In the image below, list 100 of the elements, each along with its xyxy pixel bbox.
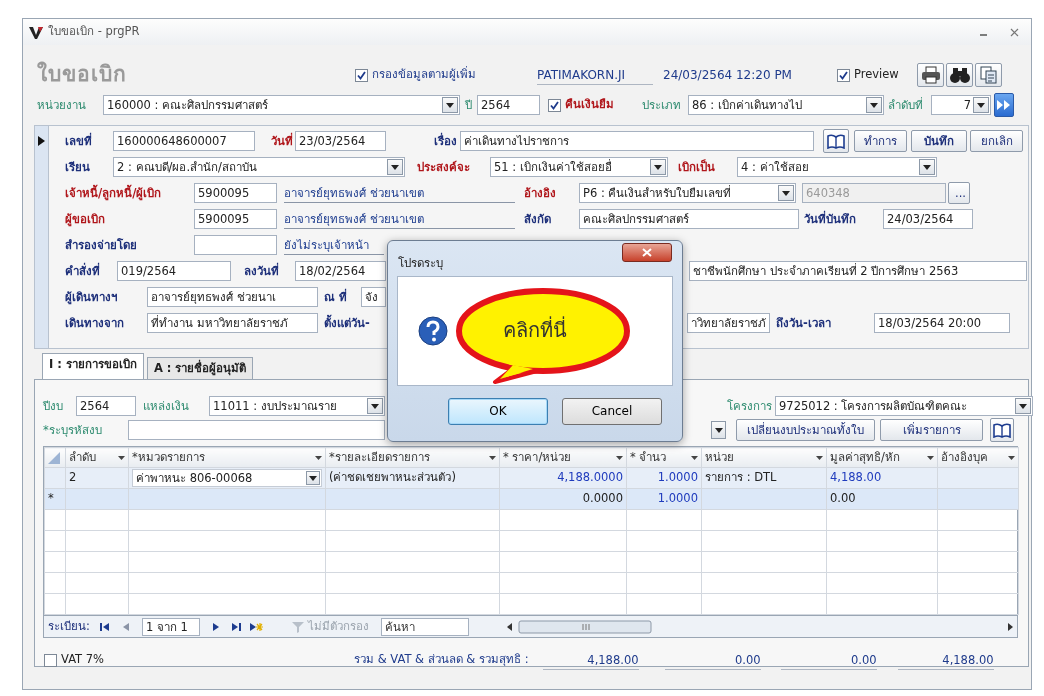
input-field[interactable]: 18/03/2564 20:00 [874, 313, 1010, 333]
dropdown-button[interactable] [367, 398, 383, 414]
dropdown-field[interactable]: 2 : คณบดี/ผอ.สำนัก/สถาบัน [113, 157, 405, 177]
field-label: เดินทางจาก [65, 315, 125, 332]
input-field[interactable]: 24/03/2564 [883, 209, 973, 229]
new-row-marker: * [48, 491, 54, 506]
record-position-field[interactable]: 1 จาก 1 [141, 617, 200, 636]
book-icon [993, 422, 1011, 438]
tab[interactable]: A : รายชื่อผู้อนุมัติ [146, 357, 254, 379]
form-button[interactable]: ยกเลิก [970, 130, 1023, 152]
caret-icon [714, 427, 723, 433]
input-field[interactable]: คณะศิลปกรรมศาสตร์ [579, 209, 799, 229]
caret-icon [391, 164, 399, 170]
dialog-button[interactable]: Cancel [562, 397, 662, 425]
dropdown-button[interactable] [919, 159, 935, 175]
checkbox[interactable] [837, 68, 850, 82]
caret-icon [691, 455, 698, 460]
input-field[interactable] [194, 235, 277, 255]
new-record-icon[interactable] [248, 621, 263, 632]
field-label: แหล่งเงิน [143, 398, 190, 415]
table-cell: 4,188.00 [830, 470, 882, 485]
field-label: ผู้ขอเบิก [65, 211, 106, 229]
caret-icon [927, 455, 934, 460]
field-label: ถึงวัน-เวลา [776, 315, 832, 332]
input-field[interactable]: ค่าเดินทางไปราชการ [460, 131, 814, 151]
field-label: สังกัด [524, 211, 552, 228]
input-field: 640348 [802, 183, 946, 203]
dropdown-field[interactable]: ค่าพาหนะ 806-00068 [132, 469, 322, 487]
dropdown-field[interactable]: 4 : ค่าใช้สอย [737, 157, 937, 177]
next-button[interactable] [994, 93, 1014, 117]
input-field[interactable] [128, 420, 385, 440]
input-field[interactable]: ที่ทำงาน มหาวิทยาลัยราชภั [147, 313, 318, 333]
dropdown-button[interactable] [650, 159, 666, 175]
field-label: หน่วยงาน [37, 97, 87, 114]
book-button[interactable] [990, 418, 1014, 442]
input-field[interactable]: ชาชีพนักศึกษา ประจำภาคเรียนที่ 2 ปีการศึกษา 2563 [689, 261, 1027, 281]
field-label: ประเภท [641, 97, 681, 114]
close-button[interactable] [622, 243, 672, 262]
table-cell: 1.0000 [657, 491, 698, 506]
table-cell: (ค่าชดเชยพาหนะส่วนตัว) [329, 470, 456, 485]
printer-icon [920, 66, 941, 84]
tab[interactable]: I : รายการขอเบิก [42, 353, 144, 379]
input-field[interactable]: 18/02/2564 [295, 261, 386, 281]
dropdown-button[interactable] [306, 471, 320, 485]
checkbox[interactable] [548, 98, 561, 112]
dropdown-field[interactable]: P6 : คืนเงินสำหรับใบยืมเลขที่ [579, 183, 796, 203]
input-field[interactable]: 2564 [76, 396, 136, 416]
dropdown-button[interactable] [1015, 398, 1031, 414]
dialog-button[interactable]: OK [448, 397, 548, 425]
search-field[interactable]: ค้นหา [380, 617, 469, 636]
dropdown-field[interactable]: 86 : เบิกค่าเดินทางไป [688, 95, 884, 115]
close-icon [642, 248, 652, 257]
input-field[interactable]: 5900095 [194, 209, 277, 229]
field-label: วันที่ [270, 131, 293, 150]
dropdown-button[interactable] [387, 159, 403, 175]
checkbox[interactable] [44, 653, 57, 667]
input-field[interactable]: อาจารย์ยุทธพงศ์ ช่วยนาเ [147, 287, 318, 307]
field-label: ผู้เดินทางฯ [65, 289, 118, 307]
dropdown-button[interactable] [866, 97, 882, 113]
input-field[interactable]: 5900095 [194, 183, 277, 203]
dropdown-field[interactable]: 160000 : คณะศิลปกรรมศาสตร์ [103, 95, 460, 115]
input-field[interactable]: จัง [361, 287, 386, 307]
form-button[interactable]: บันทึก [911, 130, 967, 152]
table-cell: 2 [69, 470, 77, 485]
form-button[interactable]: ... [948, 182, 970, 204]
dropdown-button[interactable] [973, 97, 989, 113]
close-icon[interactable] [1010, 27, 1019, 37]
callout-text: คลิกที่นี่ [503, 315, 567, 344]
print-button[interactable] [917, 63, 944, 87]
checkbox-label: VAT 7% [61, 651, 105, 669]
total-value: 4,188.00 [542, 650, 639, 670]
input-field[interactable]: 019/2564 [117, 261, 231, 281]
caret-icon [1008, 455, 1015, 460]
dropdown-field[interactable]: 51 : เบิกเงินค่าใช้สอยอื่ [490, 157, 668, 177]
row-selector-icon [38, 136, 45, 146]
book-button[interactable] [823, 129, 849, 153]
field-label: เจ้าหนี้/ลูกหนี้/ผู้เบิก [65, 183, 163, 203]
input-field[interactable]: าวิทยาลัยราชภั [687, 313, 770, 333]
input-field[interactable]: 23/03/2564 [295, 131, 386, 151]
dropdown-button[interactable] [711, 421, 726, 439]
dropdown-field[interactable]: 11011 : งบประมาณราย [209, 396, 385, 416]
input-field[interactable]: 160000648600007 [113, 131, 255, 151]
form-button[interactable]: ทำการ [854, 130, 907, 152]
checkbox-label: Preview [854, 66, 899, 84]
form-button[interactable]: เพิ่มรายการ [880, 419, 983, 441]
total-value: 0.00 [780, 650, 877, 670]
dropdown-button[interactable] [442, 97, 458, 113]
dropdown-field[interactable]: 9725012 : โครงการผลิตบัณฑิตคณะ [775, 396, 1033, 416]
caret-icon [1019, 403, 1027, 409]
dropdown-field[interactable]: 7 [931, 95, 991, 115]
checkbox[interactable] [355, 68, 368, 82]
search-button[interactable] [946, 63, 973, 87]
caret-icon [489, 455, 496, 460]
caret-icon [371, 403, 379, 409]
form-button[interactable]: เปลี่ยนงบประมาณทั้งใบ [736, 419, 875, 441]
caret-icon [870, 102, 878, 108]
input-field[interactable]: 2564 [477, 95, 540, 115]
caret-icon [923, 164, 931, 170]
person-name: อาจารย์ยุทธพงศ์ ช่วยนาเขต [284, 209, 515, 229]
dropdown-button[interactable] [778, 185, 794, 201]
